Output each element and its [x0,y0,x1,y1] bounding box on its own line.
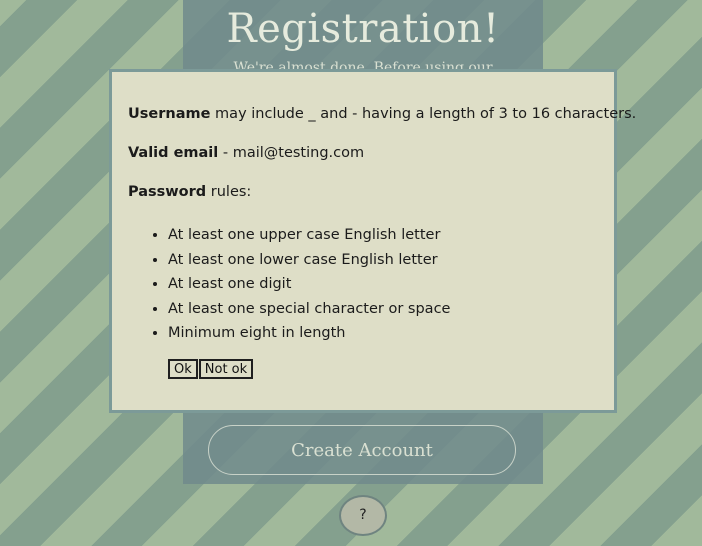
email-rule-text: - mail@testing.com [218,145,365,161]
password-label: Password [128,184,207,200]
help-button[interactable]: ? [339,495,387,536]
create-account-button[interactable]: Create Account [208,425,516,475]
list-item: At least one upper case English letter [168,223,450,248]
list-item: At least one lower case English letter [168,248,450,273]
username-label: Username [128,106,211,122]
ok-button[interactable]: Ok [168,359,198,379]
rules-dialog: Username may include _ and - having a le… [109,69,636,413]
password-rule-text: rules: [206,184,252,200]
list-item: Minimum eight in length [168,321,450,346]
email-label: Valid email [128,145,219,161]
dialog-button-row: Ok Not ok [168,359,254,379]
password-rule-heading: Password rules: [128,184,251,200]
not-ok-button[interactable]: Not ok [198,359,254,379]
username-rule-text: may include _ and - having a length of 3… [210,106,637,122]
username-rule: Username may include _ and - having a le… [128,106,636,122]
email-rule: Valid email - mail@testing.com [128,145,364,161]
password-rules-list: At least one upper case English letter A… [150,223,450,346]
page-title: Registration! [226,6,500,52]
list-item: At least one special character or space [168,297,450,322]
list-item: At least one digit [168,272,450,297]
